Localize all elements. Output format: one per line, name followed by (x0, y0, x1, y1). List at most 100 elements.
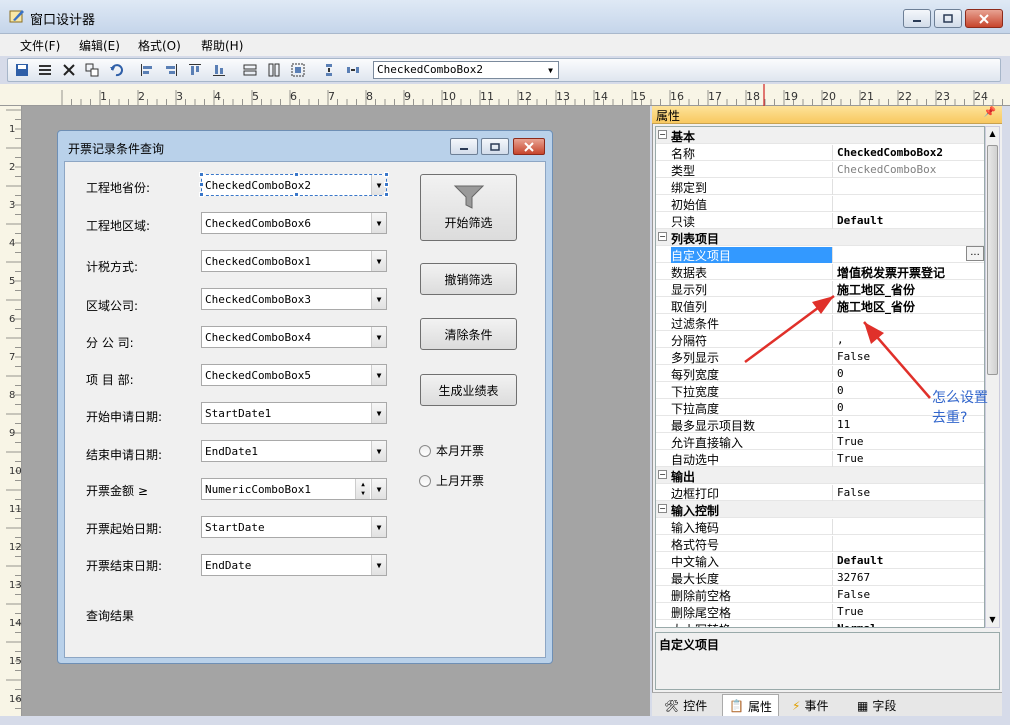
property-row[interactable]: 输入掩码 (656, 518, 984, 535)
chevron-down-icon[interactable]: ▼ (371, 555, 386, 575)
property-row[interactable]: 边框打印 False (656, 484, 984, 501)
radio-this-month[interactable] (419, 445, 431, 457)
chevron-down-icon[interactable]: ▼ (371, 251, 386, 271)
property-category[interactable]: − 输入控制 (656, 501, 984, 518)
property-grid-scrollbar[interactable]: ▲ ▼ (985, 126, 1000, 628)
date-invoice-end[interactable]: EndDate ▼ (201, 554, 387, 576)
align-left-button[interactable] (139, 62, 155, 78)
property-value[interactable]: True (837, 605, 864, 618)
collapse-icon[interactable]: − (658, 470, 667, 479)
property-value[interactable]: False (837, 486, 870, 499)
chevron-down-icon[interactable]: ▼ (371, 517, 386, 537)
clear-conditions-button[interactable]: 清除条件 (420, 318, 517, 350)
property-value[interactable]: True (837, 452, 864, 465)
same-size-button[interactable] (290, 62, 306, 78)
same-width-button[interactable] (242, 62, 258, 78)
selection-handle[interactable] (294, 172, 299, 177)
align-bottom-button[interactable] (211, 62, 227, 78)
property-row[interactable]: 自动选中 True (656, 450, 984, 467)
property-category[interactable]: − 输出 (656, 467, 984, 484)
property-category[interactable]: − 基本 (656, 127, 984, 144)
tab-fields[interactable]: ▦ 字段 (857, 697, 896, 714)
collapse-icon[interactable]: − (658, 504, 667, 513)
property-value[interactable]: CheckedComboBox2 (837, 146, 943, 159)
chevron-down-icon[interactable]: ▼ (371, 365, 386, 385)
property-category[interactable]: − 列表项目 (656, 229, 984, 246)
tab-events[interactable]: ⚡ 事件 (792, 697, 828, 714)
menu-edit[interactable]: 编辑(E) (79, 37, 120, 54)
spinner-icon[interactable]: ▲ ▼ (355, 479, 370, 499)
property-value[interactable]: 0 (837, 384, 844, 397)
close-button[interactable] (965, 9, 1003, 28)
property-row[interactable]: 过滤条件 (656, 314, 984, 331)
object-select[interactable]: CheckedComboBox2 ▼ (373, 61, 559, 79)
property-row[interactable]: 类型 CheckedComboBox (656, 161, 984, 178)
start-filter-button[interactable]: 开始筛选 (420, 174, 517, 241)
property-value[interactable]: 11 (837, 418, 850, 431)
chevron-down-icon[interactable]: ▼ (371, 213, 386, 233)
save-button[interactable] (14, 62, 30, 78)
date-invoice-start[interactable]: StartDate ▼ (201, 516, 387, 538)
collapse-icon[interactable]: − (658, 232, 667, 241)
chevron-down-icon[interactable]: ▼ (371, 289, 386, 309)
align-top-button[interactable] (187, 62, 203, 78)
align-right-button[interactable] (163, 62, 179, 78)
chevron-down-icon[interactable]: ▼ (371, 403, 386, 423)
combo-region[interactable]: CheckedComboBox6 ▼ (201, 212, 387, 234)
menu-help[interactable]: 帮助(H) (201, 37, 243, 54)
copy-button[interactable] (84, 62, 100, 78)
tab-controls[interactable]: 🛠 控件 (664, 697, 707, 714)
selection-handle[interactable] (384, 192, 389, 197)
menu-file[interactable]: 文件(F) (20, 37, 60, 54)
properties-button[interactable] (37, 62, 53, 78)
selection-handle[interactable] (199, 192, 204, 197)
property-value[interactable]: True (837, 435, 864, 448)
generate-report-button[interactable]: 生成业绩表 (420, 374, 517, 406)
property-value[interactable]: 0 (837, 401, 844, 414)
property-value[interactable]: 增值税发票开票登记 (837, 264, 945, 281)
property-row[interactable]: 只读 Default (656, 212, 984, 229)
numeric-amount[interactable]: NumericComboBox1 ▲ ▼ ▼ (201, 478, 387, 500)
radio-last-month[interactable] (419, 475, 431, 487)
vertical-spacing-button[interactable] (321, 62, 337, 78)
scroll-thumb[interactable] (987, 145, 998, 375)
tab-properties[interactable]: 📋 属性 (722, 694, 779, 717)
property-row[interactable]: 显示列 施工地区_省份 (656, 280, 984, 297)
property-grid[interactable]: − 基本 名称 CheckedComboBox2 类型 CheckedComboBox 绑定… (655, 126, 985, 628)
property-value[interactable]: Default (837, 214, 883, 227)
chevron-down-icon[interactable]: ▼ (371, 479, 386, 499)
property-value[interactable]: False (837, 588, 870, 601)
chevron-down-icon[interactable]: ▼ (371, 441, 386, 461)
property-value[interactable]: , (837, 333, 844, 346)
selection-handle[interactable] (199, 172, 204, 177)
property-row[interactable]: 格式符号 (656, 535, 984, 552)
combo-tax-method[interactable]: CheckedComboBox1 ▼ (201, 250, 387, 272)
collapse-icon[interactable]: − (658, 130, 667, 139)
combo-project-dept[interactable]: CheckedComboBox5 ▼ (201, 364, 387, 386)
property-row[interactable]: 中文输入 Default (656, 552, 984, 569)
scroll-up-icon[interactable]: ▲ (986, 127, 999, 141)
property-row[interactable]: 删除尾空格 True (656, 603, 984, 620)
ellipsis-button[interactable]: ... (966, 246, 984, 261)
selection-handle[interactable] (199, 182, 204, 187)
property-row[interactable]: 数据表 增值税发票开票登记 (656, 263, 984, 281)
form-minimize-button[interactable] (450, 138, 478, 155)
date-apply-end[interactable]: EndDate1 ▼ (201, 440, 387, 462)
horizontal-spacing-button[interactable] (345, 62, 361, 78)
form-close-button[interactable] (513, 138, 545, 155)
delete-button[interactable] (61, 62, 77, 78)
selection-handle[interactable] (384, 172, 389, 177)
selection-handle[interactable] (294, 192, 299, 197)
property-row[interactable]: 大小写转换 Normal (656, 620, 984, 627)
minimize-button[interactable] (903, 9, 931, 28)
property-row[interactable]: 每列宽度 0 (656, 365, 984, 382)
property-value[interactable]: Default (837, 554, 883, 567)
property-row[interactable]: 初始值 (656, 195, 984, 212)
undo-filter-button[interactable]: 撤销筛选 (420, 263, 517, 295)
scroll-down-icon[interactable]: ▼ (986, 613, 999, 627)
property-row[interactable]: 取值列 施工地区_省份 (656, 297, 984, 314)
chevron-down-icon[interactable]: ▼ (371, 327, 386, 347)
property-row[interactable]: 删除前空格 False (656, 586, 984, 603)
combo-branch[interactable]: CheckedComboBox4 ▼ (201, 326, 387, 348)
chevron-down-icon[interactable]: ▼ (543, 62, 558, 78)
